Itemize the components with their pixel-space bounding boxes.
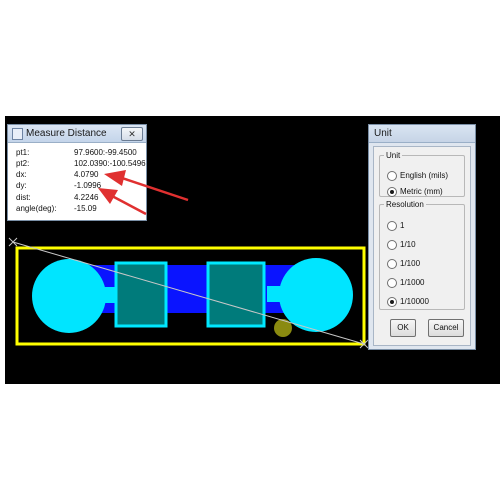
smd-component-2[interactable] (206, 261, 266, 328)
ok-button[interactable]: OK (390, 319, 416, 337)
unit-dialog-titlebar[interactable]: Unit (369, 125, 475, 143)
resolution-group: Resolution 1 1/10 1/100 1/1000 1/10000 (379, 200, 465, 310)
unit-group: Unit English (mils) Metric (mm) (379, 151, 465, 197)
measure-window-title: Measure Distance (26, 128, 107, 139)
radio-button-icon[interactable] (387, 221, 397, 231)
smd-component-1[interactable] (114, 261, 168, 328)
app-icon (12, 128, 23, 140)
cancel-button[interactable]: Cancel (428, 319, 464, 337)
measure-window-titlebar[interactable]: Measure Distance ✕ (8, 125, 146, 143)
radio-button-icon[interactable] (387, 240, 397, 250)
unit-group-label: Unit (386, 151, 401, 160)
close-icon: ✕ (128, 129, 136, 139)
radio-button-selected-icon[interactable] (387, 297, 397, 307)
radio-button-icon[interactable] (387, 259, 397, 269)
via[interactable] (274, 319, 292, 337)
radio-button-selected-icon[interactable] (387, 187, 397, 197)
radio-button-icon[interactable] (387, 278, 397, 288)
unit-dialog-title: Unit (374, 128, 392, 139)
resolution-group-label: Resolution (386, 200, 424, 209)
unit-dialog-body: Unit English (mils) Metric (mm) Resoluti… (373, 146, 471, 346)
close-button[interactable]: ✕ (121, 127, 143, 141)
measure-distance-window: Measure Distance ✕ pt1: 97.9600:-99.4500… (7, 124, 147, 221)
measure-endpoint-1 (8, 237, 18, 247)
right-pad-neck (267, 286, 297, 302)
radio-button-icon[interactable] (387, 171, 397, 181)
unit-dialog: Unit Unit English (mils) Metric (mm) Res… (368, 124, 476, 350)
